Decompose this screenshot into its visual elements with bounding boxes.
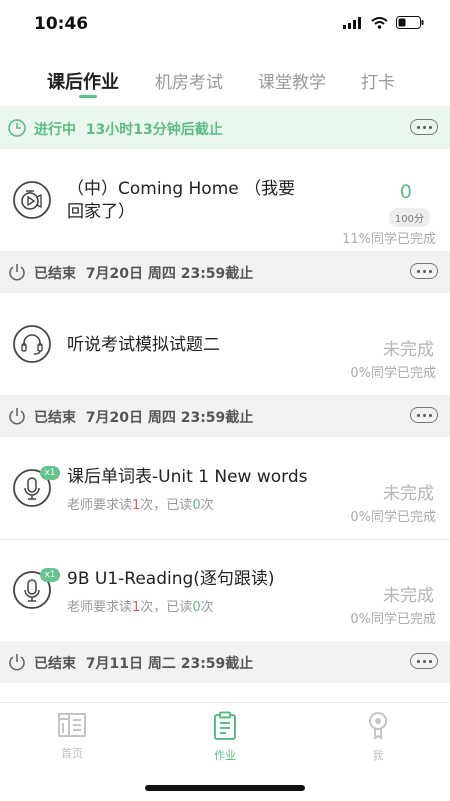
- repeat-count-badge: x1: [40, 568, 60, 582]
- completion-percent: 0%同学已完成: [350, 510, 436, 525]
- battery-icon: [396, 16, 424, 29]
- reading-requirement: 老师要求读1次，已读0次: [67, 498, 214, 513]
- more-button[interactable]: [410, 263, 438, 279]
- nav-label: 我: [372, 749, 384, 762]
- assignment-title: （中）Coming Home （我要 回家了）: [67, 179, 296, 222]
- status-time: 10:46: [34, 14, 89, 34]
- reading-requirement: 老师要求读1次，已读0次: [67, 600, 214, 615]
- completion-status: 未完成: [383, 340, 434, 360]
- video-play-icon: [13, 181, 51, 219]
- completion-percent: 0%同学已完成: [350, 366, 436, 381]
- section-status-text: 已结束 7月11日 周二 23:59截止: [34, 656, 254, 672]
- clipboard-icon: [214, 711, 236, 740]
- more-button[interactable]: [410, 119, 438, 135]
- signal-icon: [343, 16, 361, 29]
- more-button[interactable]: [410, 407, 438, 423]
- assignment-title: 听说考试模拟试题二: [67, 335, 220, 355]
- tab-classroom[interactable]: 课堂教学: [258, 68, 326, 93]
- section-banner-ended: 已结束 7月20日 周四 23:59截止: [0, 395, 450, 437]
- assignment-card-reading[interactable]: x1 9B U1-Reading(逐句跟读) 老师要求读1次，已读0次 未完成 …: [0, 540, 450, 640]
- nav-homework[interactable]: 作业: [195, 711, 255, 763]
- status-icons: [343, 16, 424, 29]
- nav-me[interactable]: 我: [348, 711, 408, 763]
- home-indicator: [145, 785, 305, 791]
- tab-lab-exam[interactable]: 机房考试: [155, 68, 223, 93]
- section-status-text: 已结束 7月20日 周四 23:59截止: [34, 410, 254, 426]
- section-status-text: 已结束 7月20日 周四 23:59截止: [34, 266, 254, 282]
- profile-icon: [369, 712, 387, 740]
- assignment-title: 9B U1-Reading(逐句跟读): [67, 569, 275, 589]
- status-bar: 10:46: [0, 0, 450, 50]
- home-grid-icon: [58, 713, 86, 737]
- power-icon: [9, 408, 25, 425]
- more-button[interactable]: [410, 653, 438, 669]
- top-tabs: 课后作业 机房考试 课堂教学 打卡: [0, 58, 450, 104]
- power-icon: [9, 264, 25, 281]
- nav-home[interactable]: 首页: [42, 711, 102, 761]
- completion-percent: 11%同学已完成: [342, 232, 436, 247]
- active-tab-indicator: [79, 95, 97, 98]
- tab-checkin[interactable]: 打卡: [361, 68, 395, 93]
- section-status-text: 进行中 13小时13分钟后截止: [34, 122, 223, 138]
- repeat-count-badge: x1: [40, 466, 60, 480]
- completion-status: 未完成: [383, 586, 434, 606]
- completion-status: 未完成: [383, 484, 434, 504]
- score-value: 0: [399, 181, 412, 203]
- wifi-icon: [371, 16, 388, 29]
- headset-icon: [13, 325, 51, 363]
- nav-label: 首页: [61, 747, 83, 760]
- completion-percent: 0%同学已完成: [350, 612, 436, 627]
- power-icon: [9, 654, 25, 671]
- section-banner-ended: 已结束 7月11日 周二 23:59截止: [0, 641, 450, 683]
- total-score-badge: 100分: [388, 208, 430, 227]
- assignment-title: 课后单词表-Unit 1 New words: [67, 467, 308, 487]
- section-banner-in-progress: 进行中 13小时13分钟后截止: [0, 107, 450, 149]
- clock-icon: [8, 119, 26, 137]
- assignment-card-word-list[interactable]: x1 课后单词表-Unit 1 New words 老师要求读1次，已读0次 未…: [0, 438, 450, 538]
- assignment-card-coming-home[interactable]: （中）Coming Home （我要 回家了） 0 100分 11%同学已完成: [0, 150, 450, 250]
- assignment-card-listening[interactable]: 听说考试模拟试题二 未完成 0%同学已完成: [0, 294, 450, 394]
- section-banner-ended: 已结束 7月20日 周四 23:59截止: [0, 251, 450, 293]
- nav-label: 作业: [214, 749, 236, 762]
- tab-homework[interactable]: 课后作业: [47, 68, 119, 94]
